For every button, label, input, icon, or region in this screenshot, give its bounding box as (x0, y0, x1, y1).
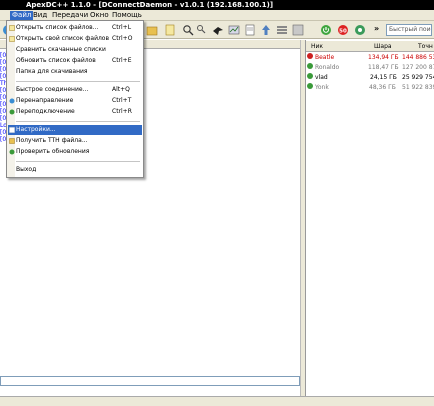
user-nick: vlad (315, 74, 328, 81)
user-exact-share: 127 200 872 (402, 64, 434, 71)
open-own-list-icon (9, 36, 15, 42)
user-icon (307, 73, 313, 79)
user-list: Ник Шара Точн Beatle 134,94 ГБ 144 886 5… (305, 40, 434, 396)
svg-text:50: 50 (339, 28, 347, 34)
menu-compare-lists[interactable]: Сравнить скачанные списки (8, 45, 142, 55)
menu-separator (16, 81, 140, 82)
menu-refresh-filelist[interactable]: Обновить список файлов Ctrl+E (8, 56, 142, 66)
user-icon (307, 63, 313, 69)
finished-icon[interactable] (292, 24, 304, 36)
menu-window[interactable]: Окно (88, 11, 111, 20)
user-share: 24,15 ГБ (370, 74, 397, 81)
chat-input[interactable] (0, 376, 300, 386)
queue-icon[interactable] (276, 24, 288, 36)
tth-icon (9, 138, 15, 144)
quick-search-input[interactable]: Быстрый поиск... (386, 24, 432, 36)
file-menu-dropdown: Открыть список файлов... Ctrl+L Открыть … (6, 20, 144, 178)
settings-icon (9, 127, 15, 133)
menu-settings[interactable]: Настройки... (8, 125, 142, 135)
bird-icon[interactable] (212, 24, 224, 36)
user-row[interactable]: vlad 24,15 ГБ 25 929 754 6 (306, 73, 434, 83)
upload-icon[interactable] (260, 24, 272, 36)
user-share: 134,94 ГБ (368, 54, 399, 61)
toolbar-overflow-icon[interactable]: » (374, 24, 386, 36)
user-icon (307, 83, 313, 89)
menu-separator (16, 121, 140, 122)
user-exact-share: 25 929 754 6 (402, 74, 434, 81)
power-icon[interactable] (320, 24, 332, 36)
update-icon (9, 149, 15, 155)
notepad-write-icon[interactable] (244, 24, 256, 36)
reconnect-icon (9, 109, 15, 115)
menu-separator (16, 161, 140, 162)
notepad-icon[interactable] (164, 24, 176, 36)
menu-download-folder[interactable]: Папка для скачивания (8, 67, 142, 77)
away-icon[interactable] (354, 24, 366, 36)
menu-get-tth[interactable]: Получить TTH файла... (8, 136, 142, 146)
column-share[interactable]: Шара (374, 41, 392, 52)
redirect-icon (9, 98, 15, 104)
open-filelist-icon (9, 25, 15, 31)
menu-transfers[interactable]: Передачи (50, 11, 90, 20)
search-icon[interactable] (182, 24, 194, 36)
user-nick: Ronaldo (315, 64, 340, 71)
menu-exit[interactable]: Выход (8, 165, 142, 175)
menu-check-updates[interactable]: Проверить обновления (8, 147, 142, 157)
network-stats-icon[interactable] (228, 24, 240, 36)
user-row[interactable]: Ronaldo 118,47 ГБ 127 200 872 (306, 63, 434, 73)
menu-view[interactable]: Вид (31, 11, 49, 20)
user-exact-share: 144 886 537 (402, 54, 434, 61)
user-share: 48,36 ГБ (369, 84, 396, 91)
user-nick: Beatle (315, 54, 335, 61)
limiter-icon[interactable]: 50 (337, 24, 349, 36)
menu-help[interactable]: Помощь (110, 11, 144, 20)
menu-redirect[interactable]: Перенаправление Ctrl+T (8, 96, 142, 106)
user-exact-share: 51 922 839 1 (402, 84, 434, 91)
menu-quick-connect[interactable]: Быстрое соединение... Alt+Q (8, 85, 142, 95)
menu-open-own-list[interactable]: Открыть свой список файлов Ctrl+O (8, 34, 142, 44)
menu-file[interactable]: Файл (10, 11, 34, 20)
menu-open-filelist[interactable]: Открыть список файлов... Ctrl+L (8, 23, 142, 33)
user-share: 118,47 ГБ (368, 64, 399, 71)
column-exact-share[interactable]: Точн (418, 41, 433, 52)
user-row[interactable]: Yonk 48,36 ГБ 51 922 839 1 (306, 83, 434, 93)
folder-icon[interactable] (146, 24, 158, 36)
window-title: ApexDC++ 1.1.0 - [DConnectDaemon - v1.0.… (0, 0, 434, 10)
status-bar (0, 396, 434, 406)
search-spy-icon[interactable] (196, 24, 208, 36)
user-list-header: Ник Шара Точн (306, 41, 434, 52)
column-nick[interactable]: Ник (311, 41, 323, 52)
user-op-icon (307, 53, 313, 59)
menu-reconnect[interactable]: Переподключение Ctrl+R (8, 107, 142, 117)
user-nick: Yonk (315, 84, 329, 91)
user-row[interactable]: Beatle 134,94 ГБ 144 886 537 (306, 53, 434, 63)
